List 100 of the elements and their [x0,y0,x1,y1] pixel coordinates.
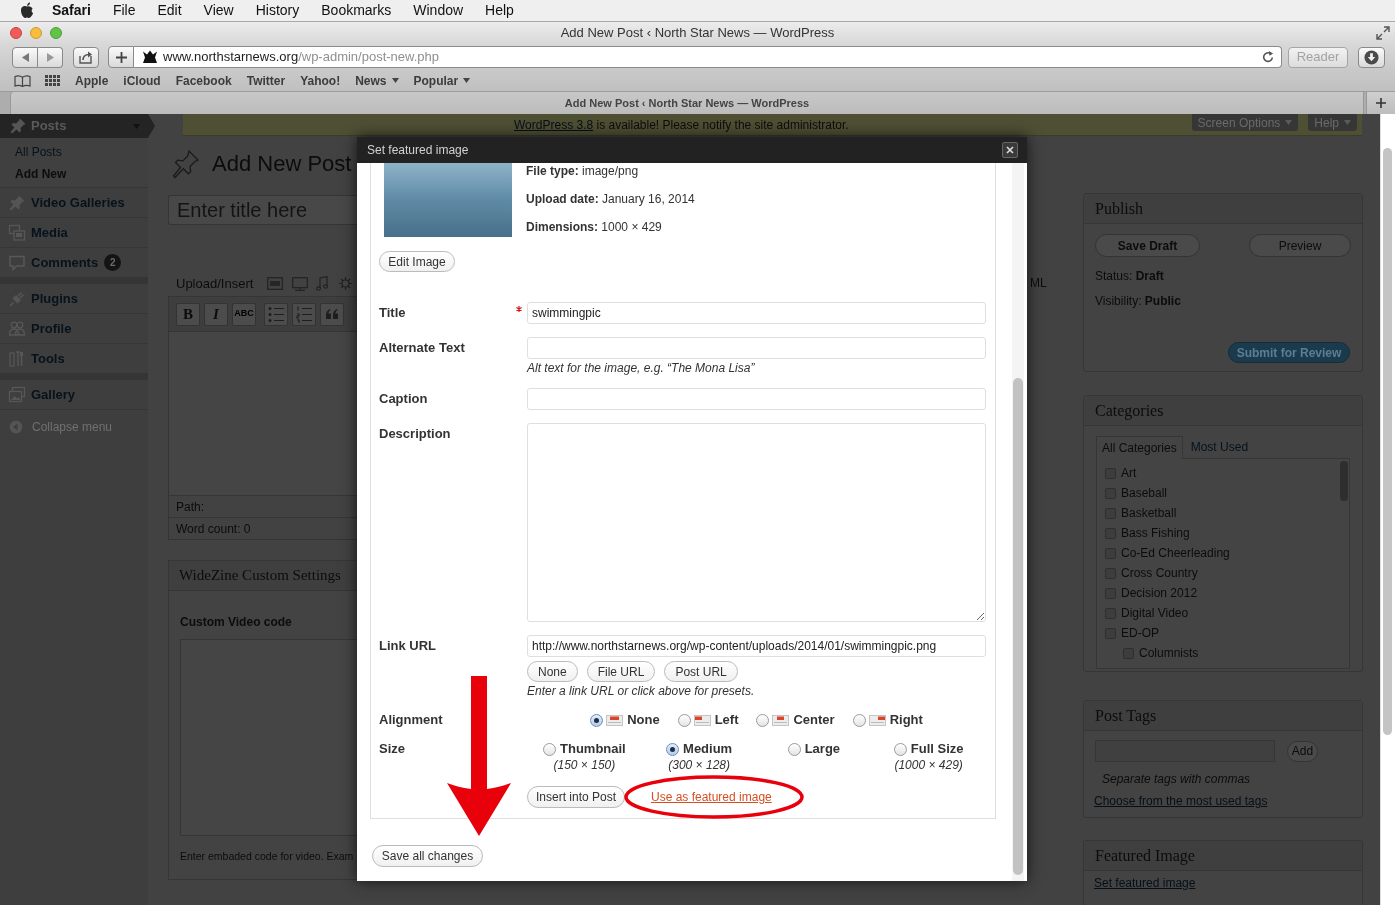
submenu-item[interactable]: All Posts [0,141,148,163]
image-icon[interactable] [267,277,284,290]
close-button[interactable] [10,27,22,39]
menu-item[interactable]: Gallery [0,380,148,410]
book-icon[interactable] [14,74,31,87]
add-tag-button[interactable]: Add [1287,740,1318,762]
bookmark-item[interactable]: iCloud [123,71,161,90]
app-menu[interactable]: Safari [52,0,91,21]
radio-button[interactable] [756,713,770,727]
alignment-option[interactable]: Left [677,711,739,729]
share-button[interactable] [73,46,99,68]
bulleted-list-button[interactable] [264,302,288,326]
preset-button[interactable]: Post URL [664,661,738,682]
right-triangle-icon [46,52,54,62]
radio-button[interactable] [677,713,691,727]
text-field[interactable] [527,388,986,410]
downloads-button[interactable] [1358,46,1385,68]
category-label[interactable]: Basketball [1121,504,1177,522]
close-button[interactable] [1002,142,1018,158]
bookmark-item[interactable]: Apple [75,71,109,90]
zoom-button[interactable] [50,27,62,39]
category-label[interactable]: Bass Fishing [1121,524,1190,542]
bold-button[interactable]: B [176,302,200,326]
window-title: Add New Post ‹ North Star News — WordPress [560,24,835,43]
sun-icon[interactable] [339,277,353,290]
forward-button[interactable] [38,46,63,68]
menu-item[interactable]: Bookmarks [321,0,392,21]
new-tab-button[interactable] [1366,92,1395,114]
size-option[interactable]: Full Size [893,741,964,757]
comment-icon [8,253,26,272]
preset-button[interactable]: File URL [586,661,656,682]
menu-item[interactable]: Media [0,218,148,248]
category-label[interactable]: Co-Ed Cheerleading [1121,544,1230,562]
bookmark-item[interactable]: Popular [413,71,471,90]
strikethrough-button[interactable]: ABC [232,302,256,326]
text-field[interactable]: swimmingpic [527,302,986,324]
file-info-text: Dimensions: 1000 × 429 [526,219,663,235]
category-label[interactable]: Digital Video [1121,604,1189,622]
menu-item[interactable]: History [255,0,300,21]
category-label[interactable]: Cross Country [1121,564,1198,582]
category-tab[interactable]: All Categories [1096,436,1183,459]
minimize-button[interactable] [30,27,42,39]
category-label[interactable]: Baseball [1121,484,1168,502]
menu-item[interactable]: View [203,0,234,21]
field-label: Alignment [379,711,443,729]
radio-button[interactable] [852,713,866,727]
bookmark-item[interactable]: News [355,71,399,90]
scrollbar-thumb[interactable] [1383,148,1392,735]
text-area-field[interactable] [527,423,986,622]
radio-button[interactable] [543,742,556,756]
menu-item[interactable]: Window [413,0,464,21]
editor-field[interactable] [169,331,357,496]
bookmark-item[interactable]: Facebook [175,71,232,90]
size-option[interactable]: Thumbnail [543,741,626,757]
numbered-list-button[interactable] [292,302,316,326]
menu-item[interactable]: Help [485,0,514,21]
video-code-field[interactable] [180,639,357,836]
menu-item[interactable]: Edit [157,0,182,21]
browser-tab[interactable]: Add New Post ‹ North Star News — WordPress [10,92,1364,114]
grid-icon[interactable] [45,75,60,86]
preset-button[interactable]: None [527,661,578,682]
bookmark-item[interactable]: Yahoo! [300,71,341,90]
insert-into-post-button[interactable]: Insert into Post [527,786,625,808]
category-label[interactable]: Columnists [1139,644,1199,662]
menu-item[interactable]: File [112,0,136,21]
set-featured-image-link[interactable]: Set featured image [1094,875,1196,891]
category-tab[interactable]: Most Used [1182,435,1257,458]
preview-button[interactable]: Preview [1249,234,1351,257]
music-icon[interactable] [316,276,329,291]
fullscreen-icon[interactable] [1376,26,1390,40]
add-bookmark-button[interactable] [108,46,134,68]
category-label[interactable]: Art [1121,464,1137,482]
alignment-option[interactable]: Right [852,711,923,729]
video-icon[interactable] [292,276,309,291]
back-button[interactable] [12,46,38,68]
update-link[interactable]: WordPress 3.8 [514,118,594,132]
bookmark-item[interactable]: Twitter [246,71,286,90]
submit-for-review-button[interactable]: Submit for Review [1228,342,1350,363]
radio-button[interactable] [787,742,801,756]
save-draft-button[interactable]: Save Draft [1095,234,1200,257]
size-option[interactable]: Large [787,741,841,757]
scrollbar-thumb[interactable] [1013,378,1023,875]
alignment-option[interactable]: None [590,711,660,729]
address-field[interactable]: www.northstarnews.org/wp-admin/post-new.php [134,46,1282,68]
radio-button[interactable] [893,742,907,756]
category-label[interactable]: Decision 2012 [1121,584,1198,602]
edit-image-button[interactable]: Edit Image [379,251,455,272]
radio-button[interactable] [666,742,680,756]
alignment-option[interactable]: Center [756,711,835,729]
reload-icon[interactable] [1262,51,1274,63]
text-field[interactable]: http://www.northstarnews.org/wp-content/uploads/2014/01/swimmingpic.png [527,635,986,657]
size-option[interactable]: Medium [666,741,733,757]
radio-button[interactable] [590,713,604,727]
tag-cloud-link[interactable]: Choose from the most used tags [1094,793,1268,809]
reader-button[interactable]: Reader [1288,46,1348,68]
category-label[interactable]: ED-OP [1121,624,1159,642]
save-all-changes-button[interactable]: Save all changes [372,845,483,867]
text-field[interactable] [527,337,986,359]
italic-button[interactable]: I [204,302,228,326]
quote-button[interactable] [320,302,344,326]
